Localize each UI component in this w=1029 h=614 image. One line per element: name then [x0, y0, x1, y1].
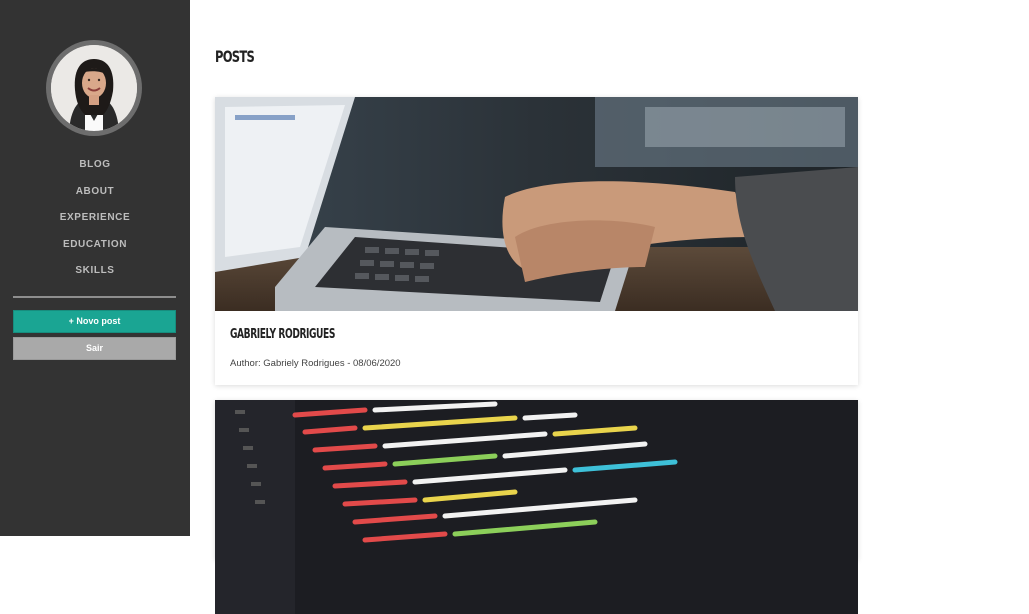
post-image[interactable]	[215, 97, 858, 311]
sidebar-divider	[13, 296, 176, 298]
nav-item-education[interactable]: EDUCATION	[0, 237, 190, 264]
avatar	[51, 45, 137, 131]
post-image[interactable]	[215, 400, 858, 614]
code-photo-icon	[215, 400, 858, 614]
new-post-button[interactable]: + Novo post	[13, 310, 176, 333]
main-content: POSTS GABRIELY RODRIGUES Author: Gabriel…	[190, 0, 1029, 614]
nav-item-skills[interactable]: SKILLS	[0, 263, 190, 290]
avatar-ring	[46, 40, 142, 136]
post-meta: Author: Gabriely Rodrigues - 08/06/2020	[230, 358, 401, 369]
sidebar-nav: BLOG ABOUT EXPERIENCE EDUCATION SKILLS	[0, 157, 190, 290]
nav-item-about[interactable]: ABOUT	[0, 184, 190, 211]
logout-button[interactable]: Sair	[13, 337, 176, 360]
nav-item-blog[interactable]: BLOG	[0, 157, 190, 184]
laptop-photo-icon	[215, 97, 858, 311]
post-card[interactable]: GABRIELY RODRIGUES Author: Gabriely Rodr…	[215, 97, 858, 385]
sidebar: BLOG ABOUT EXPERIENCE EDUCATION SKILLS +…	[0, 0, 190, 536]
page-title: POSTS	[215, 47, 255, 66]
post-title[interactable]: GABRIELY RODRIGUES	[230, 327, 335, 342]
post-card[interactable]	[215, 400, 858, 614]
avatar-photo-icon	[51, 45, 137, 131]
nav-item-experience[interactable]: EXPERIENCE	[0, 210, 190, 237]
